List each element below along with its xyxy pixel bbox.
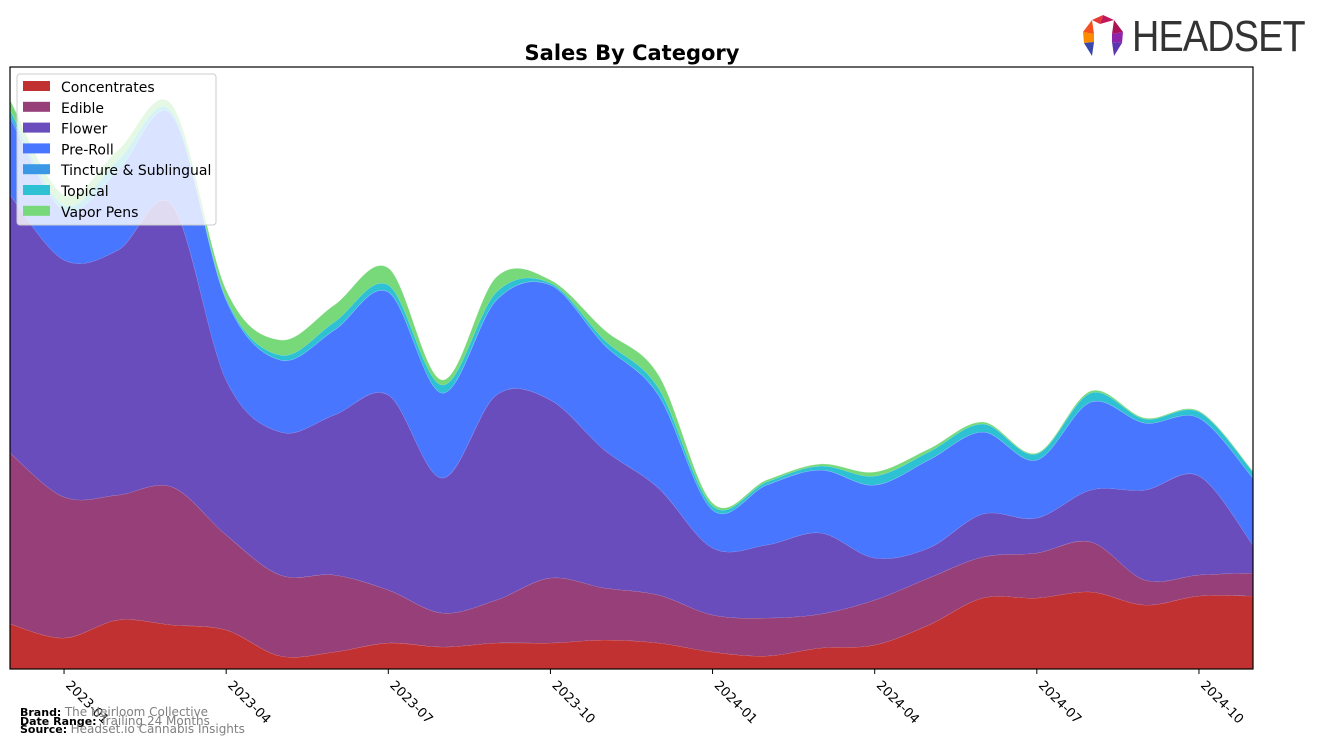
legend-swatch-tincture-sublingual: [23, 164, 50, 175]
legend-swatch-edible: [23, 101, 50, 112]
x-tick-label: 2024-10: [1197, 678, 1246, 727]
chart-title: Sales By Category: [525, 41, 740, 65]
legend-swatch-flower: [23, 122, 50, 133]
sales-by-category-chart: Sales By Category 2023-01 2023-04 2023-07 2…: [9, 41, 1254, 727]
headset-logo-text: HEADSET: [1132, 12, 1306, 61]
x-tick-label: 2023-07: [386, 678, 435, 727]
headset-logo-icon: [1083, 15, 1123, 56]
legend-label: Edible: [61, 101, 104, 117]
legend-label: Topical: [60, 184, 109, 200]
x-tick-label: 2024-01: [711, 678, 760, 727]
legend-swatch-concentrates: [23, 81, 50, 91]
legend: Concentrates Edible Flower Pre-Roll Tincture…: [16, 73, 217, 226]
legend-label: Flower: [61, 122, 108, 138]
footer-source: Source: Headset.io Cannabis Insights: [20, 722, 245, 736]
legend-swatch-vapor-pens: [23, 205, 50, 216]
x-tick-label: 2024-04: [873, 678, 922, 727]
x-tick-label: 2024-07: [1035, 678, 1084, 727]
source-value: Headset.io Cannabis Insights: [70, 722, 245, 736]
legend-label: Tincture & Sublingual: [60, 163, 211, 179]
legend-swatch-topical: [23, 185, 50, 195]
source-label: Source:: [20, 723, 68, 736]
chart-footer: Brand: The Heirloom Collective Date Rang…: [20, 706, 245, 736]
legend-label: Concentrates: [61, 80, 155, 96]
legend-swatch-pre-roll: [23, 143, 50, 154]
legend-label: Pre-Roll: [61, 142, 114, 158]
x-tick-label: 2023-10: [549, 678, 598, 727]
legend-label: Vapor Pens: [61, 205, 138, 221]
